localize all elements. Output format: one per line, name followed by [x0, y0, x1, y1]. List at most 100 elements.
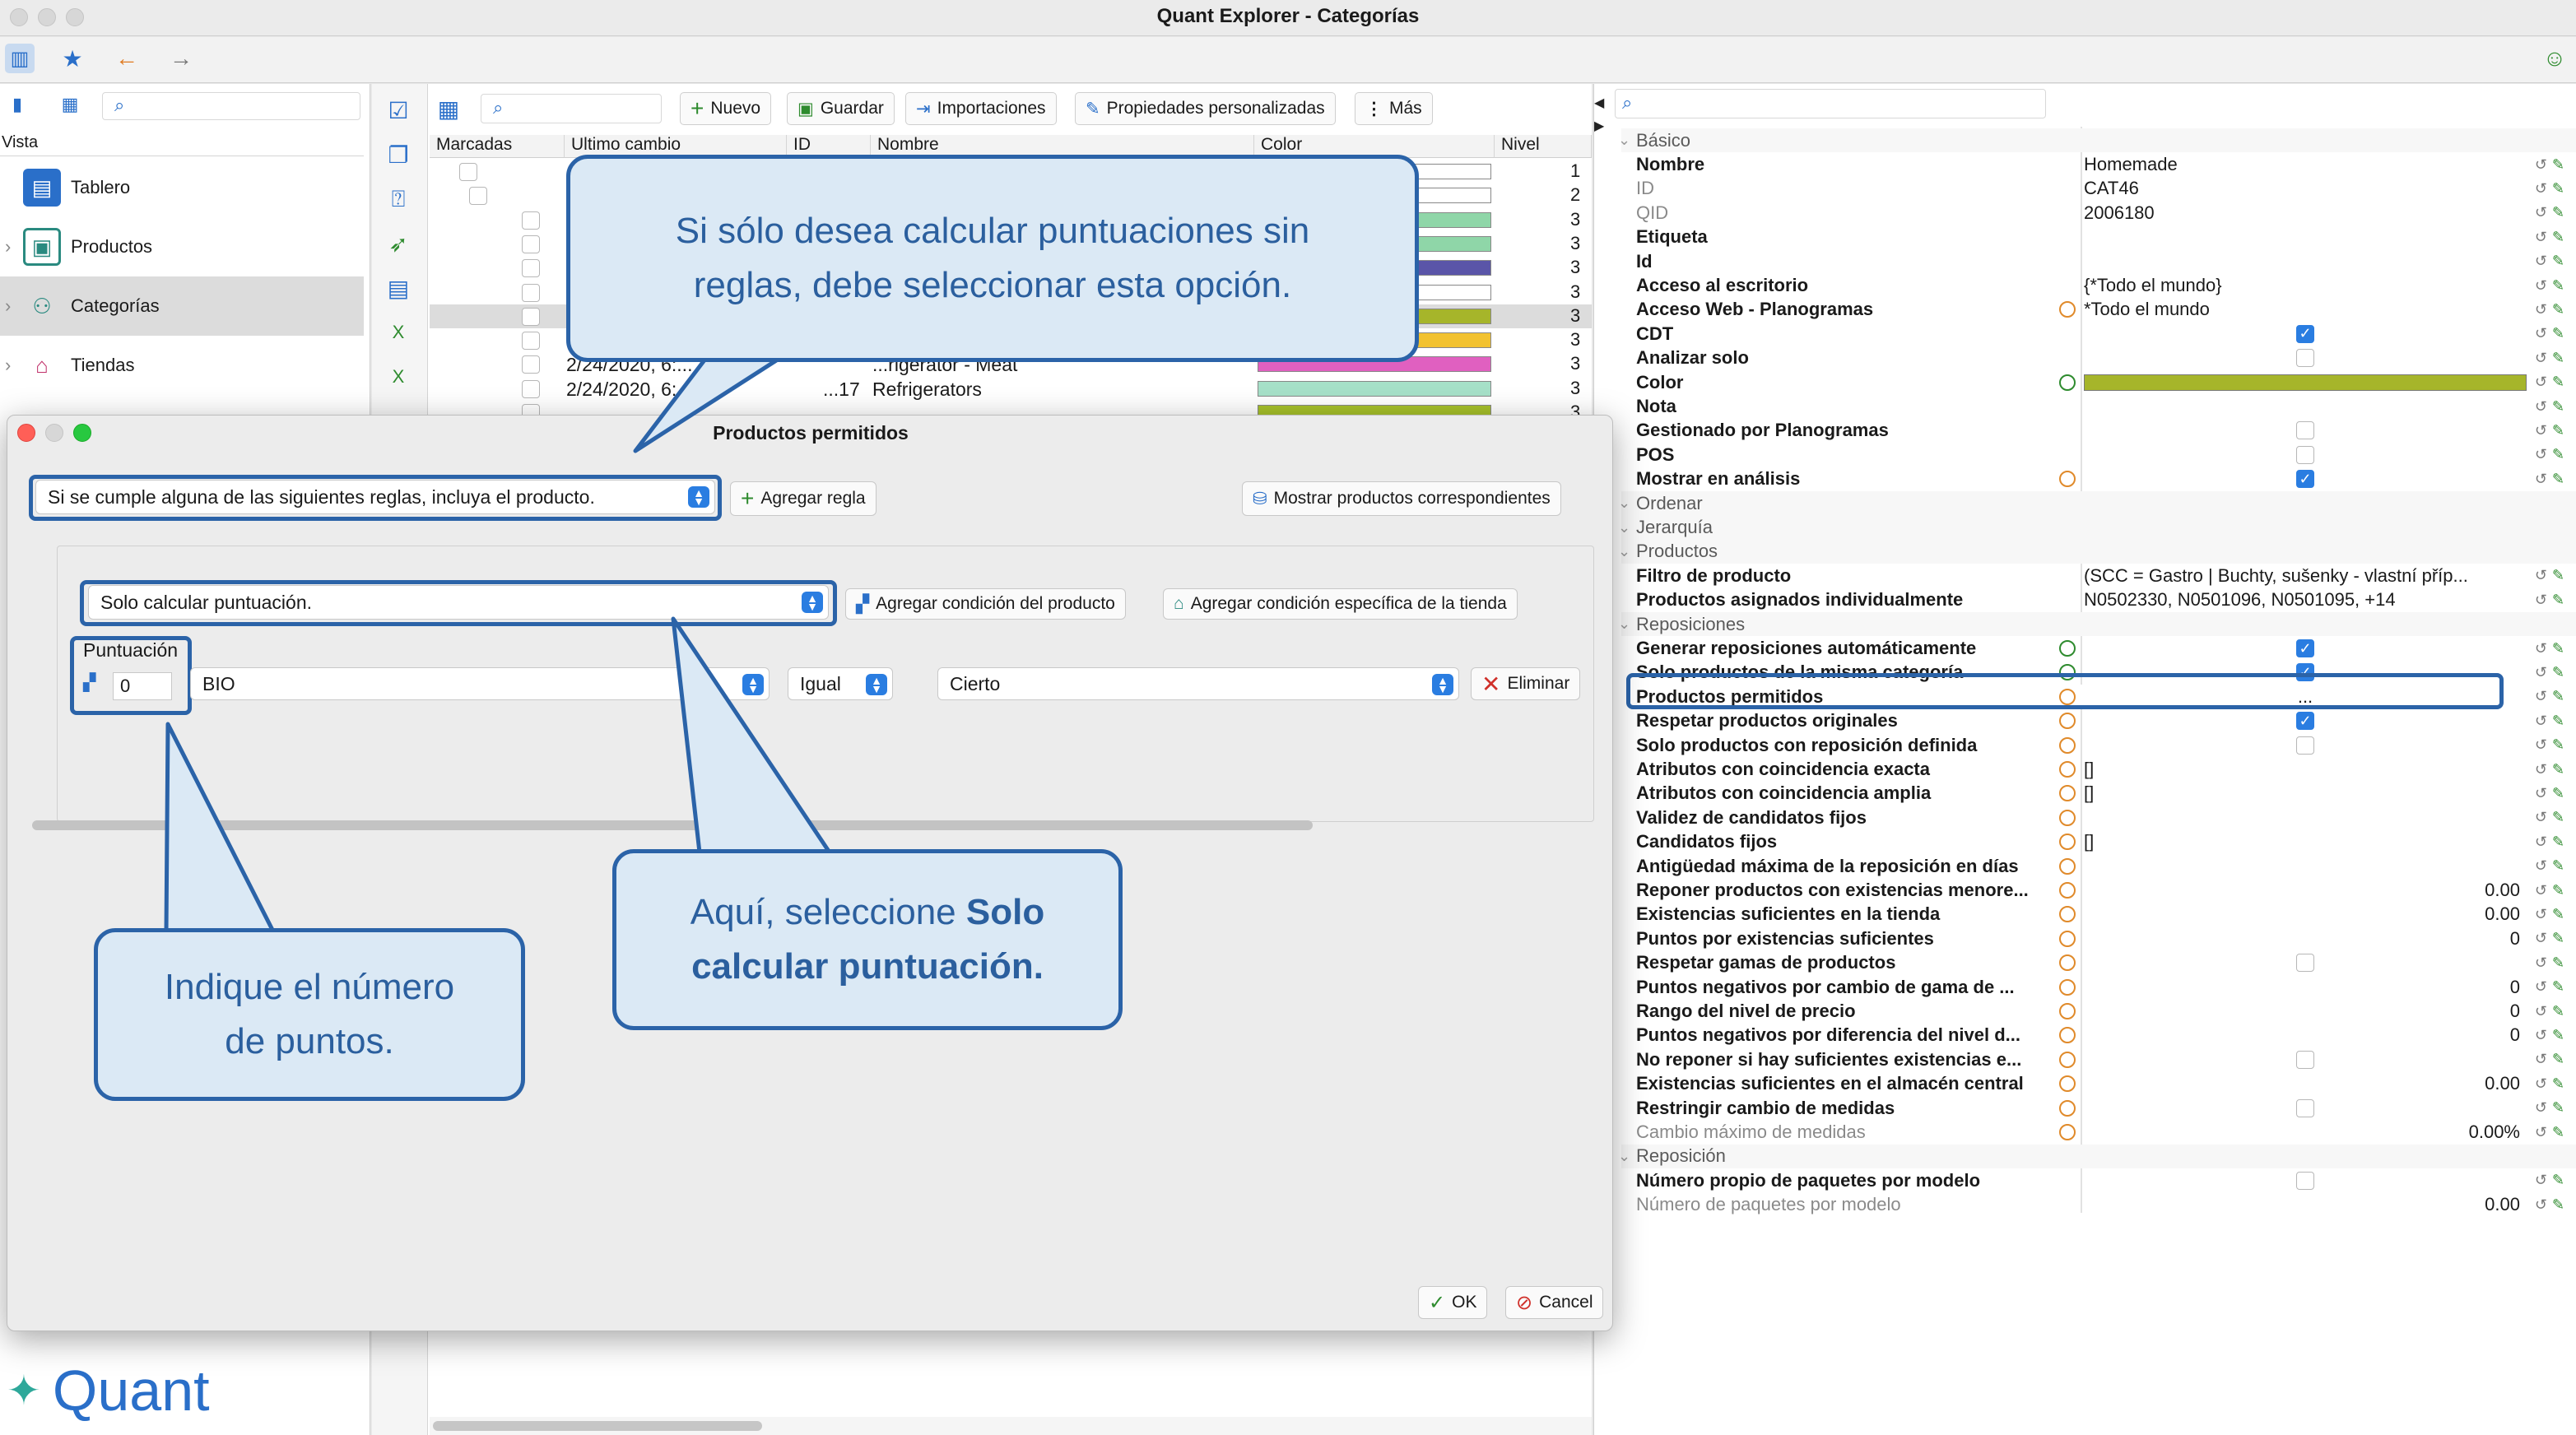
edit-pin-icon[interactable]: ✎	[2552, 736, 2564, 754]
inheritance-marker-icon[interactable]	[2059, 374, 2076, 391]
property-row[interactable]: Número propio de paquetes por modelo ↺ ✎	[1621, 1168, 2576, 1192]
edit-pin-icon[interactable]: ✎	[2552, 1099, 2564, 1117]
chevron-icon[interactable]: ⌄	[1618, 1148, 1630, 1165]
property-value[interactable]: ✓	[2081, 639, 2527, 658]
edit-pin-icon[interactable]: ✎	[2552, 398, 2564, 416]
inheritance-marker-icon[interactable]	[2059, 1075, 2076, 1093]
property-value[interactable]: 0.00	[2081, 903, 2527, 925]
reset-icon[interactable]: ↺	[2535, 640, 2547, 657]
property-row[interactable]: ⌄ Reposición	[1618, 1144, 2576, 1169]
reset-icon[interactable]: ↺	[2535, 1003, 2547, 1020]
reset-icon[interactable]: ↺	[2535, 857, 2547, 875]
edit-pin-icon[interactable]: ✎	[2552, 204, 2564, 221]
edit-pin-icon[interactable]: ✎	[2552, 809, 2564, 826]
property-row[interactable]: Filtro de producto (SCC = Gastro | Buchty…	[1621, 564, 2576, 587]
horizontal-scrollbar[interactable]	[430, 1417, 1592, 1435]
edit-pin-icon[interactable]: ✎	[2552, 1124, 2564, 1141]
inheritance-marker-icon[interactable]	[2059, 834, 2076, 851]
reset-icon[interactable]: ↺	[2535, 954, 2547, 972]
sidebar-item-tablero[interactable]: ▤ Tablero	[0, 158, 364, 217]
row-checkbox[interactable]	[522, 259, 540, 278]
reset-icon[interactable]: ↺	[2535, 834, 2547, 851]
inheritance-marker-icon[interactable]	[2059, 930, 2076, 947]
edit-pin-icon[interactable]: ✎	[2552, 857, 2564, 875]
reset-icon[interactable]: ↺	[2535, 1196, 2547, 1214]
inheritance-marker-icon[interactable]	[2059, 1003, 2076, 1020]
property-checkbox[interactable]: ✓	[2296, 639, 2314, 658]
row-checkbox[interactable]	[522, 283, 540, 302]
reset-icon[interactable]: ↺	[2535, 664, 2547, 681]
row-checkbox[interactable]	[522, 235, 540, 253]
reset-icon[interactable]: ↺	[2535, 422, 2547, 439]
forward-arrow-icon[interactable]: →	[166, 44, 196, 73]
property-row[interactable]: ID CAT46 ↺ ✎	[1621, 177, 2576, 201]
property-row[interactable]: CDT ✓ ↺ ✎	[1621, 322, 2576, 346]
property-row[interactable]: Puntos negativos por diferencia del nive…	[1621, 1024, 2576, 1047]
property-row[interactable]: Acceso Web - Planogramas *Todo el mundo ↺ ✎	[1621, 298, 2576, 322]
edit-pin-icon[interactable]: ✎	[2552, 374, 2564, 391]
excel-export-icon[interactable]: X	[384, 318, 413, 347]
property-checkbox[interactable]: ✓	[2296, 324, 2314, 343]
property-value[interactable]: Homemade	[2081, 154, 2527, 175]
property-row[interactable]: Generar reposiciones automáticamente ✓ ↺ ✎	[1621, 636, 2576, 660]
reset-icon[interactable]: ↺	[2535, 1099, 2547, 1117]
reset-icon[interactable]: ↺	[2535, 446, 2547, 463]
dialog-scrollbar-thumb[interactable]	[32, 820, 1313, 830]
inheritance-marker-icon[interactable]	[2059, 301, 2076, 318]
property-row[interactable]: Validez de candidatos fijos ↺ ✎	[1621, 806, 2576, 829]
sidebar-item-categorias[interactable]: › ⚇ Categorías	[0, 276, 364, 336]
score-input[interactable]: 0	[113, 672, 172, 700]
show-products-button[interactable]: ⛁ Mostrar productos correspondientes	[1242, 481, 1561, 516]
property-value[interactable]	[2081, 954, 2527, 973]
property-value[interactable]	[2081, 421, 2527, 440]
property-row[interactable]: No reponer si hay suficientes existencia…	[1621, 1047, 2576, 1071]
property-row[interactable]: QID 2006180 ↺ ✎	[1621, 201, 2576, 225]
sidebar-toggle-icon[interactable]: ▥	[5, 44, 35, 73]
property-value[interactable]: []	[2081, 783, 2527, 804]
property-value[interactable]	[2081, 374, 2527, 391]
property-section-label[interactable]: Ordenar	[1621, 493, 2054, 514]
reset-icon[interactable]: ↺	[2535, 906, 2547, 923]
property-checkbox[interactable]: ✓	[2296, 712, 2314, 731]
property-row[interactable]: Nota ↺ ✎	[1621, 394, 2576, 418]
table-icon[interactable]: ▦	[58, 92, 82, 117]
field-select[interactable]: BIO ▲ ▼	[190, 667, 770, 700]
property-value[interactable]: CAT46	[2081, 178, 2527, 199]
inheritance-marker-icon[interactable]	[2059, 471, 2076, 488]
table-search-input[interactable]: ⌕	[481, 94, 662, 123]
edit-pin-icon[interactable]: ✎	[2552, 906, 2564, 923]
value-select[interactable]: Cierto ▲ ▼	[937, 667, 1459, 700]
property-row[interactable]: Productos asignados individualmente N0502…	[1621, 588, 2576, 612]
property-value[interactable]	[2081, 1171, 2527, 1190]
edit-pin-icon[interactable]: ✎	[2552, 471, 2564, 488]
add-product-condition-button[interactable]: ▞ Agregar condición del producto	[845, 588, 1126, 620]
reset-icon[interactable]: ↺	[2535, 253, 2547, 270]
edit-pin-icon[interactable]: ✎	[2552, 1003, 2564, 1020]
property-checkbox[interactable]	[2296, 1171, 2314, 1190]
reset-icon[interactable]: ↺	[2535, 229, 2547, 246]
view-switch-icon[interactable]: ▮	[5, 92, 30, 117]
edit-pin-icon[interactable]: ✎	[2552, 713, 2564, 730]
inheritance-marker-icon[interactable]	[2059, 640, 2076, 657]
row-checkbox[interactable]	[522, 355, 540, 374]
rule-mode-select[interactable]: Si se cumple alguna de las siguientes re…	[35, 480, 715, 514]
property-value[interactable]: ✓	[2081, 324, 2527, 343]
edit-pin-icon[interactable]: ✎	[2552, 180, 2564, 197]
edit-pin-icon[interactable]: ✎	[2552, 930, 2564, 947]
property-row[interactable]: ⌄ Productos	[1618, 539, 2576, 564]
cancel-button[interactable]: ⊘ Cancel	[1505, 1286, 1604, 1319]
edit-pin-icon[interactable]: ✎	[2552, 156, 2564, 174]
reset-icon[interactable]: ↺	[2535, 277, 2547, 295]
reset-icon[interactable]: ↺	[2535, 1075, 2547, 1093]
operator-select[interactable]: Igual ▲ ▼	[788, 667, 893, 700]
reset-icon[interactable]: ↺	[2535, 688, 2547, 705]
inheritance-marker-icon[interactable]	[2059, 1051, 2076, 1068]
property-checkbox[interactable]	[2296, 1098, 2314, 1117]
add-rule-button[interactable]: + Agregar regla	[730, 481, 876, 516]
property-row[interactable]: Mostrar en análisis ✓ ↺ ✎	[1621, 467, 2576, 491]
edit-pin-icon[interactable]: ✎	[2552, 1051, 2564, 1068]
property-value[interactable]: (SCC = Gastro | Buchty, sušenky - vlastn…	[2081, 565, 2527, 587]
sidebar-item-tiendas[interactable]: › ⌂ Tiendas	[0, 336, 364, 395]
properties-search-input[interactable]: ⌕	[1615, 89, 2046, 118]
edit-pin-icon[interactable]: ✎	[2552, 761, 2564, 778]
